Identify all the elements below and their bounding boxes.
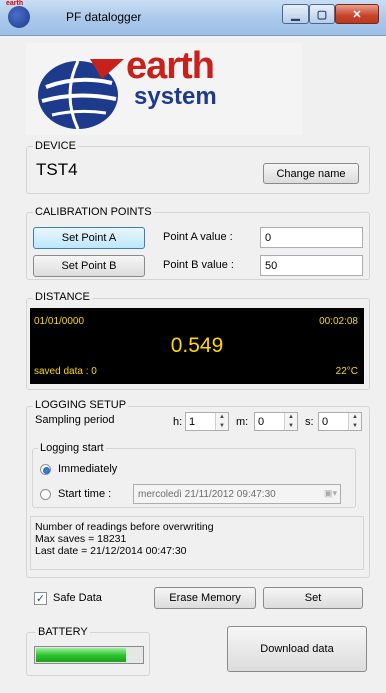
point-b-value-label: Point B value :	[163, 259, 234, 271]
start-time-label: Start time :	[58, 488, 112, 500]
readings-info-box: Number of readings before overwriting Ma…	[30, 516, 364, 570]
maximize-icon: ▢	[316, 8, 328, 21]
title-bar[interactable]: earth PF datalogger ▁ ▢ ✕	[0, 0, 386, 36]
earth-globe-logo-icon	[38, 59, 124, 130]
close-button[interactable]: ✕	[335, 4, 379, 24]
max-saves: Max saves = 18231	[35, 533, 127, 545]
set-point-b-button[interactable]: Set Point B	[33, 255, 145, 277]
start-time-radio[interactable]	[40, 489, 51, 500]
immediately-radio[interactable]	[40, 464, 51, 475]
spin-down-icon[interactable]: ▼	[216, 422, 228, 431]
saved-data-count: saved data : 0	[34, 366, 97, 377]
maximize-button[interactable]: ▢	[309, 4, 335, 24]
sampling-period-label: Sampling period	[35, 414, 115, 426]
minimize-icon: ▁	[291, 8, 300, 21]
immediately-label: Immediately	[58, 463, 118, 475]
hours-spinner[interactable]: 1 ▲ ▼	[185, 412, 229, 431]
seconds-spinner[interactable]: 0 ▲ ▼	[318, 412, 362, 431]
hours-label: h:	[173, 416, 183, 428]
spin-up-icon[interactable]: ▲	[349, 413, 361, 422]
logo-text-earth: earth	[126, 45, 215, 87]
seconds-value: 0	[322, 416, 329, 428]
minutes-value: 0	[258, 416, 265, 428]
device-name: TST4	[36, 160, 78, 179]
minimize-button[interactable]: ▁	[282, 4, 309, 24]
distance-display: 01/01/0000 00:02:08 0.549 saved data : 0…	[30, 308, 364, 384]
point-a-value-input[interactable]: 0	[260, 227, 363, 248]
distance-value: 0.549	[170, 334, 224, 357]
set-button[interactable]: Set	[263, 587, 363, 609]
logo-panel: earth system	[26, 43, 302, 135]
display-date: 01/01/0000	[34, 316, 85, 327]
readings-info-line-1: Number of readings before overwriting	[35, 521, 214, 533]
start-time-value: mercoledì 21/11/2012 09:47:30	[138, 488, 276, 500]
battery-level-fill	[36, 648, 126, 662]
seconds-label: s:	[305, 416, 314, 428]
erase-memory-button[interactable]: Erase Memory	[154, 587, 256, 609]
spin-down-icon[interactable]: ▼	[285, 422, 297, 431]
display-time: 00:02:08	[319, 316, 358, 327]
close-icon: ✕	[352, 8, 362, 21]
spin-down-icon[interactable]: ▼	[349, 422, 361, 431]
app-globe-icon[interactable]: earth	[6, 0, 30, 28]
set-point-a-button[interactable]: Set Point A	[33, 227, 145, 249]
logging-setup-title: LOGGING SETUP	[33, 399, 129, 411]
download-data-button[interactable]: Download data	[227, 626, 367, 672]
spin-up-icon[interactable]: ▲	[216, 413, 228, 422]
temperature-reading: 22°C	[335, 366, 358, 377]
app-icon-text: earth	[6, 0, 24, 7]
change-name-button[interactable]: Change name	[263, 163, 359, 184]
minutes-spinner[interactable]: 0 ▲ ▼	[254, 412, 298, 431]
device-title: DEVICE	[33, 140, 78, 152]
point-a-value-label: Point A value :	[163, 231, 233, 243]
start-time-datepicker[interactable]: mercoledì 21/11/2012 09:47:30 ▣▾	[133, 484, 341, 504]
last-date: Last date = 21/12/2014 00:47:30	[35, 545, 187, 557]
distance-title: DISTANCE	[33, 291, 92, 303]
battery-level-bar	[34, 646, 144, 664]
logging-start-title: Logging start	[38, 442, 106, 454]
safe-data-label: Safe Data	[53, 592, 102, 604]
point-b-value-input[interactable]: 50	[260, 255, 363, 276]
calendar-dropdown-icon[interactable]: ▣▾	[324, 488, 337, 499]
calibration-title: CALIBRATION POINTS	[33, 206, 154, 218]
spin-up-icon[interactable]: ▲	[285, 413, 297, 422]
battery-title: BATTERY	[36, 626, 90, 638]
minutes-label: m:	[236, 416, 249, 428]
logo-text-system: system	[134, 83, 217, 110]
window-title: PF datalogger	[66, 10, 142, 24]
hours-value: 1	[189, 416, 196, 428]
safe-data-checkbox[interactable]: ✓	[34, 592, 47, 605]
